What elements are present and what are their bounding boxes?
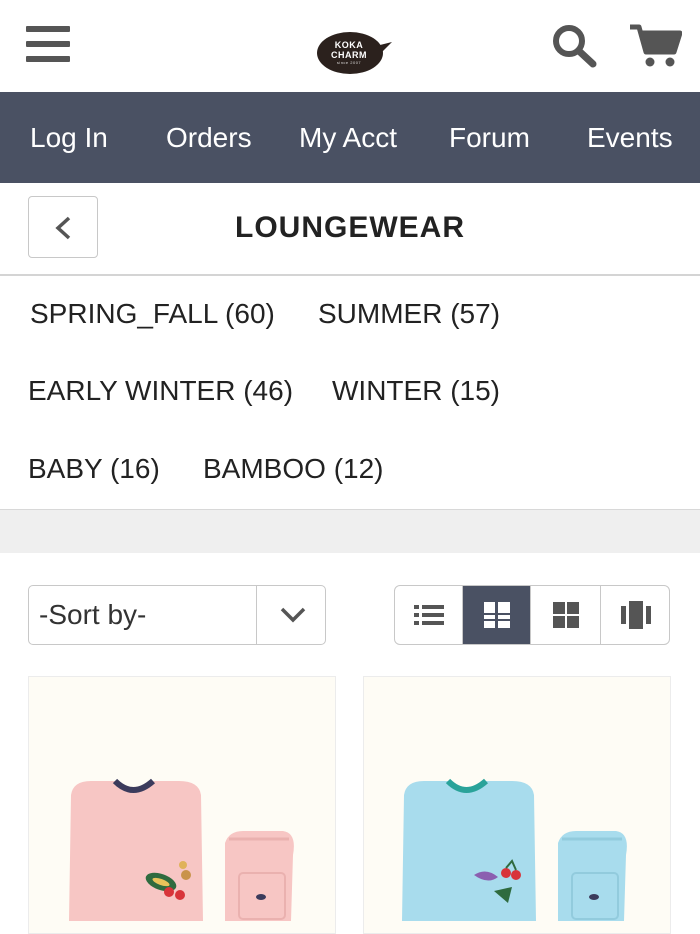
cart-icon[interactable] (628, 22, 683, 68)
list-view-button[interactable] (395, 586, 463, 644)
sort-select-value: -Sort by- (39, 599, 147, 630)
nav-log-in[interactable]: Log In (30, 92, 108, 183)
logo-line2: CHARM (331, 50, 367, 60)
category-spring-fall[interactable]: SPRING_FALL (60) (30, 298, 275, 330)
product-card[interactable] (363, 676, 671, 934)
hamburger-menu-icon[interactable] (26, 26, 70, 62)
logo[interactable]: KOKA CHARM since 2007 (316, 30, 394, 76)
sort-select[interactable]: -Sort by- (28, 585, 326, 645)
category-early-winter[interactable]: EARLY WINTER (46) (28, 375, 293, 407)
carousel-view-button[interactable] (601, 586, 669, 644)
list-view-icon (413, 605, 444, 625)
category-baby[interactable]: BABY (16) (28, 453, 160, 485)
search-icon[interactable] (552, 24, 598, 68)
product-card[interactable] (28, 676, 336, 934)
main-nav: Log In Orders My Acct Forum Events (0, 92, 700, 183)
category-winter[interactable]: WINTER (15) (332, 375, 500, 407)
large-grid-view-button[interactable] (463, 586, 531, 644)
product-image (402, 778, 627, 921)
page-title: LOUNGEWEAR (235, 211, 465, 244)
nav-events[interactable]: Events (587, 92, 673, 183)
carousel-view-icon (621, 601, 651, 629)
product-image (69, 778, 294, 921)
large-grid-view-icon (483, 602, 510, 628)
view-mode-group (394, 585, 670, 645)
nav-forum[interactable]: Forum (449, 92, 530, 183)
small-grid-view-icon (552, 602, 579, 628)
category-bamboo[interactable]: BAMBOO (12) (203, 453, 383, 485)
top-bar: KOKA CHARM since 2007 (0, 0, 700, 92)
chevron-down-icon (280, 607, 306, 623)
title-row: LOUNGEWEAR (0, 183, 700, 276)
nav-my-account[interactable]: My Acct (299, 92, 397, 183)
logo-text: KOKA CHARM since 2007 (316, 30, 382, 76)
section-divider (0, 509, 700, 553)
nav-orders[interactable]: Orders (166, 92, 252, 183)
category-summer[interactable]: SUMMER (57) (318, 298, 500, 330)
small-grid-view-button[interactable] (531, 586, 601, 644)
logo-line1: KOKA (334, 40, 364, 50)
logo-tagline: since 2007 (336, 60, 362, 65)
